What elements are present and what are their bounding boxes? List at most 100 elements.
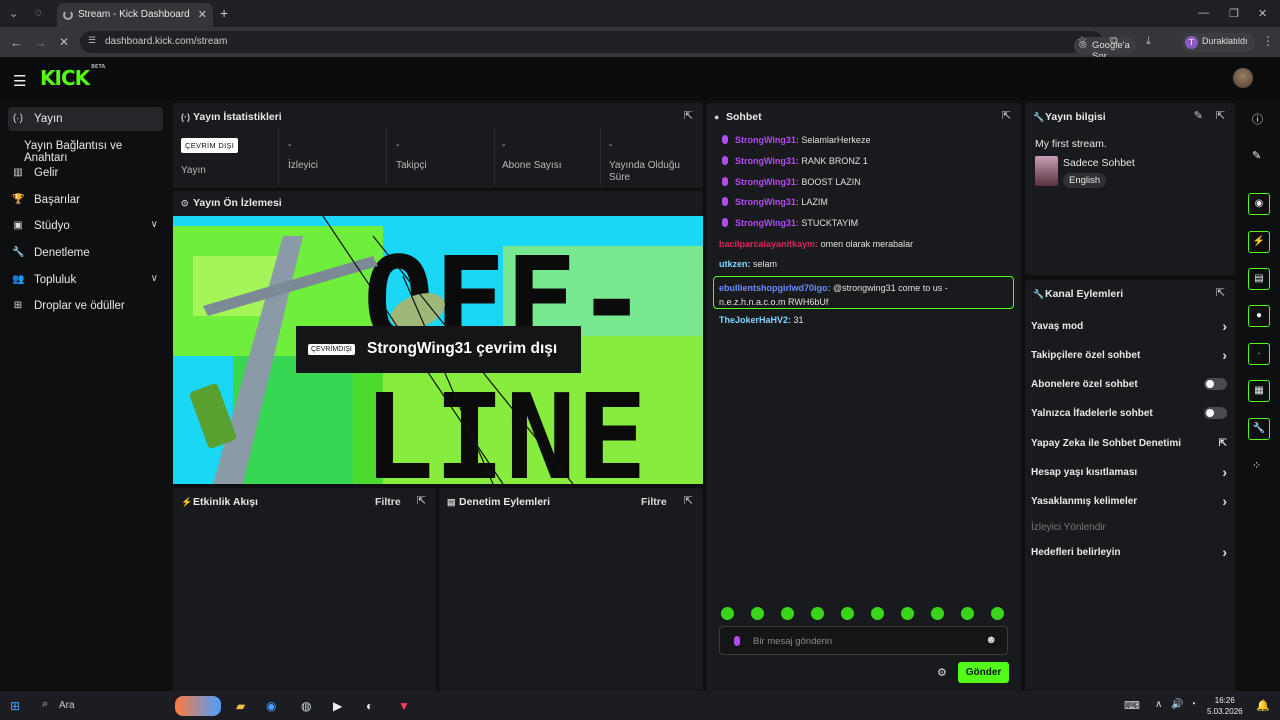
hamburger-menu-icon[interactable]: ☰ <box>13 72 26 90</box>
sidebar-item-studyo[interactable]: ▣ Stüdyo ∨ <box>8 214 163 238</box>
chat-icon[interactable]: ● <box>1248 305 1270 327</box>
volume-icon[interactable]: 🔊 <box>1171 699 1183 710</box>
info-icon[interactable]: ⓘ <box>1252 111 1263 127</box>
chat-text: LAZIM <box>801 197 828 207</box>
chat-input[interactable]: Bir mesaj gönderin ☻ <box>719 626 1008 655</box>
edit-pencil-icon[interactable]: ✎ <box>1194 109 1203 122</box>
channel-action-item[interactable]: Hedefleri belirleyin › <box>1031 544 1227 560</box>
sidebar-item-stream-key[interactable]: Yayın Bağlantısı ve Anahtarı <box>8 134 163 164</box>
window-close-icon[interactable]: ✕ <box>1258 7 1267 20</box>
app-icon[interactable]: ▼ <box>398 699 410 713</box>
pencil-icon[interactable]: ✎ <box>1252 149 1261 162</box>
minimize-icon[interactable]: — <box>1198 7 1209 19</box>
notification-icon[interactable]: 🔔 <box>1256 699 1270 712</box>
windows-start-icon[interactable]: ⊞ <box>10 699 20 713</box>
extensions-icon[interactable]: ⧉ <box>1110 35 1118 48</box>
chrome-icon[interactable]: ◉ <box>266 699 276 713</box>
sidebar-item-yayin[interactable]: (·) Yayın <box>8 107 163 131</box>
channel-action-item[interactable]: Yalnızca İfadelerle sohbet <box>1031 407 1227 419</box>
toggle-switch[interactable] <box>1204 378 1227 390</box>
toggle-switch[interactable] <box>1204 407 1227 419</box>
back-icon[interactable]: ← <box>10 35 23 50</box>
tray-up-icon[interactable]: ∧ <box>1155 699 1162 710</box>
profile-button[interactable]: T Duraklatıldı <box>1181 33 1255 52</box>
add-widget-icon[interactable]: ⁘ <box>1252 459 1261 472</box>
chevron-right-icon: › <box>1222 544 1227 560</box>
bookmark-star-icon[interactable]: ☆ <box>1077 34 1087 47</box>
document-icon[interactable]: ▤ <box>1248 268 1270 290</box>
url-text: dashboard.kick.com/stream <box>105 36 228 47</box>
tab-group-icon[interactable]: ◌ <box>35 7 42 19</box>
chat-username[interactable]: ebullientshopgirlwd70igo: <box>719 283 833 293</box>
stop-icon[interactable]: ✕ <box>59 35 69 49</box>
sidebar-item-topluluk[interactable]: 👥 Topluluk ∨ <box>8 268 163 292</box>
new-tab-icon[interactable]: + <box>220 5 228 21</box>
download-icon[interactable]: ⤓ <box>1146 35 1151 48</box>
emote-icon[interactable] <box>811 607 824 620</box>
popout-icon[interactable]: ⇱ <box>684 494 693 507</box>
chat-username[interactable]: StrongWing31: <box>735 156 801 166</box>
chat-username[interactable]: TheJokerHaHV2: <box>719 315 794 325</box>
lightning-icon[interactable]: ⚡ <box>1248 231 1270 253</box>
emote-icon[interactable] <box>931 607 944 620</box>
emote-icon[interactable] <box>751 607 764 620</box>
file-explorer-icon[interactable]: ▰ <box>236 699 245 713</box>
browser-tab[interactable]: Stream - Kick Dashboard ✕ <box>57 3 213 27</box>
emote-icon[interactable] <box>841 607 854 620</box>
emote-icon[interactable] <box>901 607 914 620</box>
close-tab-icon[interactable]: ✕ <box>198 8 207 21</box>
sidebar-item-denetleme[interactable]: 🔧 Denetleme <box>8 241 163 265</box>
popout-icon[interactable]: ⇱ <box>1216 109 1225 122</box>
popout-icon[interactable]: ⇱ <box>1002 109 1011 122</box>
wrench-icon[interactable]: 🔧 <box>1248 418 1270 440</box>
media-player-icon[interactable]: ▶ <box>333 699 342 713</box>
keyboard-icon[interactable]: ⌨ <box>1124 699 1140 712</box>
send-button[interactable]: Gönder <box>958 662 1009 683</box>
emoji-icon[interactable]: ☻ <box>985 634 997 646</box>
channel-action-item[interactable]: Yasaklanmış kelimeler › <box>1031 493 1227 509</box>
chat-settings-gear-icon[interactable]: ⚙ <box>937 666 947 679</box>
taskbar-clock[interactable]: 16:26 5.03.2026 <box>1207 695 1243 717</box>
site-info-icon[interactable]: ☰ <box>88 35 96 46</box>
stream-info-icon[interactable]: ▦ <box>1248 380 1270 402</box>
chat-username[interactable]: StrongWing31: <box>735 197 801 207</box>
steam-icon[interactable]: ◍ <box>301 699 311 713</box>
moderation-filter-button[interactable]: Filtre <box>641 496 667 508</box>
emote-icon[interactable] <box>781 607 794 620</box>
chat-username[interactable]: utkzen: <box>719 259 753 269</box>
user-avatar[interactable] <box>1233 68 1253 88</box>
tab-search-icon[interactable]: ⌄ <box>9 7 18 20</box>
wifi-icon[interactable]: ◔ <box>1190 699 1196 710</box>
url-field[interactable]: ☰ dashboard.kick.com/stream ◎Google'a So… <box>80 31 1136 62</box>
channel-action-item[interactable]: Takipçilere özel sohbet › <box>1031 347 1227 363</box>
maximize-icon[interactable]: ❐ <box>1229 7 1239 20</box>
chat-username[interactable]: bacilparcalayanitkaym: <box>719 239 821 249</box>
wrench-icon: 🔧 <box>1033 112 1045 122</box>
camera-icon[interactable]: ◉ <box>1248 193 1270 215</box>
sidebar-item-droplar[interactable]: ⊞ Droplar ve ödüller <box>8 294 163 318</box>
obs-icon[interactable]: ◐ <box>366 699 373 713</box>
popout-icon[interactable]: ⇱ <box>1216 286 1225 299</box>
activity-filter-button[interactable]: Filtre <box>375 496 401 508</box>
emote-icon[interactable] <box>871 607 884 620</box>
sidebar-item-basarilar[interactable]: 🏆 Başarılar <box>8 188 163 212</box>
emote-icon[interactable] <box>991 607 1004 620</box>
sidebar-item-gelir[interactable]: ▥ Gelir <box>8 161 163 185</box>
popout-icon[interactable]: ⇱ <box>417 494 426 507</box>
kick-logo[interactable]: KICK BETA <box>40 64 105 90</box>
channel-action-item[interactable]: Yapay Zeka ile Sohbet Denetimi ⇱ <box>1031 438 1227 449</box>
channel-action-item[interactable]: Yavaş mod › <box>1031 318 1227 334</box>
chat-username[interactable]: StrongWing31: <box>735 135 801 145</box>
channel-action-item[interactable]: Hesap yaşı kısıtlaması › <box>1031 464 1227 480</box>
popout-icon[interactable]: ⇱ <box>684 109 693 122</box>
chat-username[interactable]: StrongWing31: <box>735 177 801 187</box>
widget-image[interactable] <box>175 696 221 716</box>
chat-username[interactable]: StrongWing31: <box>735 218 801 228</box>
channel-action-item[interactable]: Abonelere özel sohbet <box>1031 378 1227 390</box>
forward-icon[interactable]: → <box>34 35 47 50</box>
browser-menu-icon[interactable]: ⋮ <box>1262 34 1274 48</box>
emote-icon[interactable] <box>721 607 734 620</box>
taskbar-search[interactable]: ⌕ Ara <box>37 693 177 718</box>
emote-icon[interactable] <box>961 607 974 620</box>
broadcast-icon[interactable]: · <box>1248 343 1270 365</box>
